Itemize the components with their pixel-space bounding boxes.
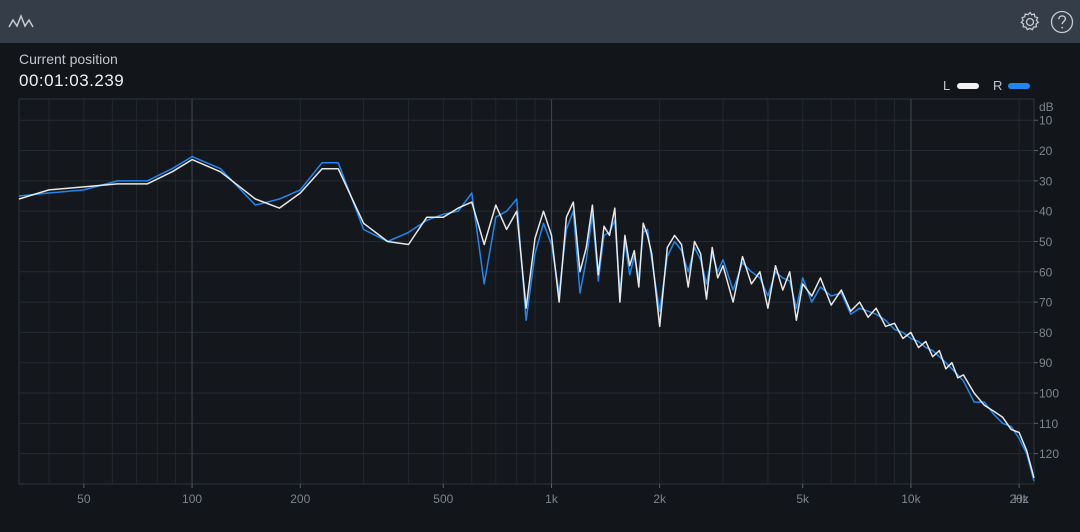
y-tick-label: 120 xyxy=(1039,447,1059,461)
y-tick-label: 70 xyxy=(1039,296,1053,310)
y-tick-label: 40 xyxy=(1039,205,1053,219)
x-tick-label: 500 xyxy=(433,492,453,506)
x-tick-label: 100 xyxy=(182,492,202,506)
x-unit-label: Hz xyxy=(1014,492,1029,506)
gear-icon[interactable] xyxy=(1018,10,1042,34)
x-tick-label: 10k xyxy=(901,492,921,506)
y-tick-label: 60 xyxy=(1039,265,1053,279)
spectrum-chart: 10 20 30 40 50 60 70 80 90 100 110 120 dB 50 100 200 500… xyxy=(18,98,1059,506)
x-tick-label: 2k xyxy=(653,492,667,506)
legend-right-label: R xyxy=(993,78,1003,93)
x-tick-label: 200 xyxy=(290,492,310,506)
y-tick-label: 10 xyxy=(1039,114,1053,128)
legend-right-swatch xyxy=(1008,83,1030,89)
current-position-label: Current position xyxy=(19,51,118,67)
y-tick-label: 80 xyxy=(1039,326,1053,340)
x-tick-label: 50 xyxy=(77,492,91,506)
legend-left-label: L xyxy=(943,78,951,93)
legend-left-swatch xyxy=(957,83,979,89)
y-unit-label: dB xyxy=(1039,100,1054,114)
y-tick-label: 90 xyxy=(1039,356,1053,370)
top-bar xyxy=(0,0,1080,43)
x-tick-label: 5k xyxy=(796,492,810,506)
current-position-value: 00:01:03.239 xyxy=(19,71,125,90)
x-tick-label: 1k xyxy=(545,492,559,506)
y-tick-label: 30 xyxy=(1039,174,1053,188)
waveform-icon xyxy=(8,13,34,28)
plot-area xyxy=(18,98,1035,485)
y-tick-label: 100 xyxy=(1039,387,1059,401)
y-tick-label: 110 xyxy=(1039,417,1058,431)
y-tick-label: 50 xyxy=(1039,235,1053,249)
y-tick-label: 20 xyxy=(1039,144,1053,158)
help-icon[interactable] xyxy=(1050,10,1074,34)
